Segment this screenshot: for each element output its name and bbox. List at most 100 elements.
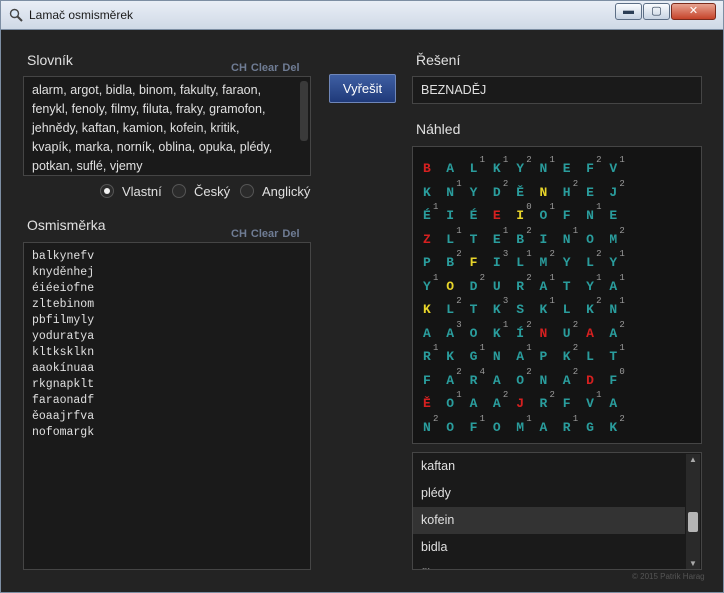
preview-letter: T <box>609 349 618 364</box>
preview-cell: V1 <box>609 155 630 177</box>
grid-clear-link[interactable]: Clear <box>251 228 279 240</box>
preview-letter: N <box>562 231 571 247</box>
preview-cell: B2 <box>446 249 467 271</box>
preview-letter: O <box>539 208 548 223</box>
preview-cell: S <box>516 296 537 318</box>
preview-count: 2 <box>479 272 485 283</box>
word-list-item[interactable]: filuta <box>413 561 685 569</box>
preview-letter: P <box>539 349 548 364</box>
dictionary-del-link[interactable]: Del <box>282 62 299 74</box>
preview-count: 0 <box>619 366 625 377</box>
preview-letter: É <box>469 208 478 223</box>
preview-letter: I <box>539 231 548 247</box>
word-list-item[interactable]: bidla <box>413 534 685 561</box>
preview-count: 1 <box>502 319 509 330</box>
preview-count: 1 <box>433 202 439 212</box>
word-list-item[interactable]: plédy <box>413 480 685 507</box>
solution-field[interactable]: BEZNADĚJ <box>412 76 702 104</box>
preview-row: BAL1K1Y2N1EF2V1 <box>423 155 703 177</box>
dictionary-scrollbar[interactable] <box>300 81 308 141</box>
radio-dot <box>240 184 254 198</box>
preview-letter: Y <box>469 184 478 200</box>
preview-cell: A2 <box>563 367 584 389</box>
preview-count: 2 <box>526 155 532 165</box>
preview-cell: F1 <box>470 414 491 436</box>
scroll-up-icon[interactable]: ▲ <box>686 454 700 466</box>
grid-input-row: balkynefv <box>32 250 95 263</box>
preview-cell: A1 <box>540 273 561 295</box>
preview-letter: E <box>492 231 501 247</box>
grid-ch-link[interactable]: CH <box>231 228 247 240</box>
preview-letter: K <box>586 302 594 317</box>
preview-cell: M2 <box>540 249 561 271</box>
preview-count: 3 <box>456 319 462 330</box>
preview-letter: F <box>562 396 571 411</box>
preview-count: 1 <box>619 296 625 306</box>
preview-letter: I <box>446 208 455 223</box>
preview-letter: L <box>516 255 524 270</box>
preview-letter: K <box>446 349 455 364</box>
grid-del-link[interactable]: Del <box>282 228 299 240</box>
preview-cell: K2 <box>609 414 630 436</box>
solve-button[interactable]: Vyřešit <box>329 74 396 103</box>
preview-count: 2 <box>456 296 462 306</box>
preview-letter: J <box>516 396 524 411</box>
scroll-thumb[interactable] <box>688 512 698 532</box>
dictionary-line: alarm, argot, bidla, binom, fakulty, far… <box>32 83 262 97</box>
preview-letter: Í <box>516 325 524 341</box>
found-words-list[interactable]: filutabidlakofeinplédykaftan ▲ ▼ <box>412 452 702 570</box>
preview-letter: O <box>446 278 455 294</box>
preview-count: 1 <box>456 225 462 236</box>
preview-cell: A1 <box>516 343 537 365</box>
preview-count: 2 <box>502 178 509 189</box>
preview-cell: É1 <box>423 202 444 224</box>
preview-letter: Y <box>516 161 524 176</box>
magnifier-icon <box>9 8 23 22</box>
preview-letter: F <box>469 255 478 270</box>
grid-input-textarea[interactable]: balkynefv knyděnhej éiéeiofne zltebinom pbfi… <box>23 242 311 570</box>
preview-letter: U <box>492 278 501 294</box>
grid-input-row: kltksklkn <box>32 346 95 359</box>
list-scrollbar[interactable]: ▲ ▼ <box>686 454 700 569</box>
maximize-button[interactable]: ▢ <box>643 3 670 20</box>
word-list-item[interactable]: kaftan <box>413 453 685 480</box>
close-button[interactable]: ✕ <box>671 3 716 20</box>
dictionary-line: potkan, suflé, vjemy <box>32 159 143 173</box>
preview-letter: F <box>562 208 571 223</box>
preview-cell: I3 <box>493 249 514 271</box>
preview-letter: É <box>423 208 431 223</box>
preview-letter: O <box>492 419 501 435</box>
preview-letter: K <box>423 184 431 200</box>
radio-dot-selected <box>100 184 114 198</box>
preview-letter: A <box>492 372 501 388</box>
scroll-down-icon[interactable]: ▼ <box>686 558 700 569</box>
dictionary-ch-link[interactable]: CH <box>231 62 247 74</box>
preview-count: 1 <box>526 413 532 424</box>
preview-cell: K1 <box>493 320 514 342</box>
minimize-button[interactable]: ▬ <box>615 3 642 20</box>
preview-letter: F <box>469 419 478 435</box>
preview-letter: Z <box>423 231 431 247</box>
preview-count: 2 <box>433 413 439 424</box>
grid-input-row: nofomargk <box>32 426 95 439</box>
dictionary-line: kvapík, marka, norník, oblina, opuka, pl… <box>32 140 273 154</box>
preview-letter: J <box>609 184 618 200</box>
preview-count: 1 <box>433 343 439 353</box>
preview-cell: O <box>493 414 514 436</box>
preview-cell: Z <box>423 226 444 248</box>
preview-row: É1IÉEI0O1FN1E <box>423 202 703 224</box>
dictionary-textarea[interactable]: alarm, argot, bidla, binom, fakulty, far… <box>23 76 311 176</box>
preview-cell: B2 <box>516 226 537 248</box>
preview-cell: A <box>493 367 514 389</box>
preview-cell: O <box>586 226 607 248</box>
preview-cell: J <box>516 390 537 412</box>
word-list-item[interactable]: kofein <box>413 507 685 534</box>
preview-letter: E <box>562 161 571 176</box>
preview-row: KL2TK3SK1LK2N1 <box>423 296 703 318</box>
preview-letter: D <box>586 372 594 388</box>
preview-letter: B <box>423 161 431 176</box>
dictionary-clear-link[interactable]: Clear <box>251 62 279 74</box>
preview-count: 1 <box>479 155 485 165</box>
preview-letter: A <box>423 325 431 341</box>
preview-cell: A <box>540 414 561 436</box>
